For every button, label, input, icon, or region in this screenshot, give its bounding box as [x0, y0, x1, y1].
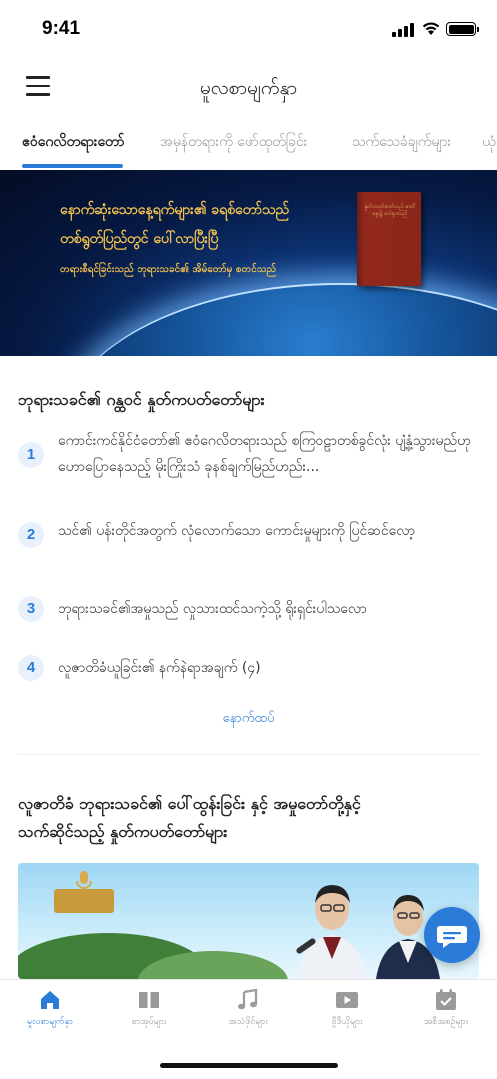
item-number-badge: 3 — [18, 596, 44, 622]
chat-button[interactable] — [424, 907, 480, 963]
featured-video-thumbnail[interactable] — [18, 863, 479, 979]
item-number-badge: 2 — [18, 522, 44, 548]
nav-label: ဗွီဒီယိုများ — [331, 1017, 363, 1027]
hero-banner[interactable]: နောက်ဆုံးသောနေ့ရက်များ၏ ခရစ်တော်သည် တစ်ရ… — [0, 170, 497, 356]
more-link[interactable]: နောက်ထပ် — [0, 710, 497, 729]
home-icon — [41, 991, 59, 1009]
book-cover-title: နှုတ်ကပတ်တော်သည် ဇာတိခန္ဓာ၌ ထင်ရှားသည် — [364, 204, 416, 217]
category-tabs: ဧဝံဂေလိတရားတော် အမှန်တရားကို ဖော်ထုတ်ခြင… — [0, 120, 497, 168]
cellular-signal-icon — [392, 23, 414, 37]
page-title: မူလစာမျက်နှာ — [199, 77, 298, 99]
list-item[interactable]: 2 သင်၏ ပန်းတိုင်အတွက် လုံလောက်သော ကောင်း… — [18, 518, 480, 572]
section-divider — [18, 754, 479, 755]
section-title-incarnation-words-line2: သက်ဆိုင်သည့် နှုတ်ကပတ်တော်များ — [18, 822, 228, 841]
program-logo-badge — [54, 889, 114, 913]
status-time: 9:41 — [42, 18, 81, 39]
list-item-text: ကောင်းကင်နိုင်ငံတော်၏ ဧဝံဂေလိတရားသည် စကြ… — [58, 433, 471, 475]
nav-video[interactable]: ဗွီဒီယိုများ — [302, 988, 392, 1044]
presenter-image — [296, 885, 367, 979]
calendar-check-icon — [436, 989, 456, 1010]
nav-label: မူလစာမျက်နှာ — [26, 1017, 74, 1027]
item-number-badge: 4 — [18, 655, 44, 681]
home-indicator — [160, 1063, 338, 1068]
list-item[interactable]: 4 လူဇာတိခံယူခြင်း၏ နက်နဲရာအချက် (၄) — [18, 655, 480, 685]
list-item[interactable]: 3 ဘုရားသခင်၏အမှုသည် လှုသားထင်သကဲ့သို့ ရိ… — [18, 596, 480, 626]
wifi-icon — [422, 22, 440, 35]
nav-books[interactable]: စာအုပ်များ — [104, 988, 194, 1044]
app-header: မူလစာမျက်နှာ — [0, 64, 497, 112]
active-tab-indicator — [22, 164, 123, 168]
nav-label: အစီအစဉ်များ — [423, 1017, 469, 1027]
nav-label: အသံဖိုင်များ — [228, 1017, 268, 1027]
music-icon — [238, 988, 258, 1010]
list-item-text: သင်၏ ပန်းတိုင်အတွက် လုံလောက်သော ကောင်းမှ… — [58, 523, 416, 539]
banner-headline-1: နောက်ဆုံးသောနေ့ရက်များ၏ ခရစ်တော်သည် — [60, 202, 290, 218]
chat-bubble-icon — [437, 926, 467, 948]
status-bar: 9:41 — [0, 0, 497, 60]
tab-more[interactable]: ယုံ — [482, 132, 496, 153]
nav-home[interactable]: မူလစာမျက်နှာ — [5, 988, 95, 1044]
video-icon — [336, 992, 358, 1008]
section-title-classic-words: ဘုရားသခင်၏ ဂန္ထဝင် နှုတ်ကပတ်တော်များ — [18, 390, 265, 409]
item-number-badge: 1 — [18, 442, 44, 468]
list-item-text: လူဇာတိခံယူခြင်း၏ နက်နဲရာအချက် (၄) — [58, 660, 261, 676]
battery-icon — [446, 22, 479, 36]
nav-label: စာအုပ်များ — [131, 1017, 167, 1027]
tab-testimonies[interactable]: သက်သေခံချက်များ — [352, 132, 451, 153]
banner-subheadline: တရားစီရင်ခြင်းသည် ဘုရားသခင်၏ အိမ်တော်မှ … — [60, 264, 277, 275]
tab-truth[interactable]: အမှန်တရားကို ဖော်ထုတ်ခြင်း — [160, 132, 307, 153]
list-item-text: ဘုရားသခင်၏အမှုသည် လှုသားထင်သကဲ့သို့ ရိုး… — [58, 601, 367, 617]
nav-schedule[interactable]: အစီအစဉ်များ — [401, 988, 491, 1044]
tab-gospel[interactable]: ဧဝံဂေလိတရားတော် — [22, 132, 124, 153]
list-item[interactable]: 1 ကောင်းကင်နိုင်ငံတော်၏ ဧဝံဂေလိတရားသည် စ… — [18, 428, 480, 488]
book-cover-image: နှုတ်ကပတ်တော်သည် ဇာတိခန္ဓာ၌ ထင်ရှားသည် — [357, 192, 421, 286]
section-title-incarnation-words: လူဇာတိခံ ဘုရားသခင်၏ ပေါ်ထွန်းခြင်း နှင့်… — [18, 794, 361, 813]
banner-headline-2: တစ်ရွတ်ပြည်တွင် ပေါ်လာပြီးပြီ — [60, 231, 219, 247]
nav-audio[interactable]: အသံဖိုင်များ — [203, 988, 293, 1044]
book-icon — [139, 992, 159, 1008]
